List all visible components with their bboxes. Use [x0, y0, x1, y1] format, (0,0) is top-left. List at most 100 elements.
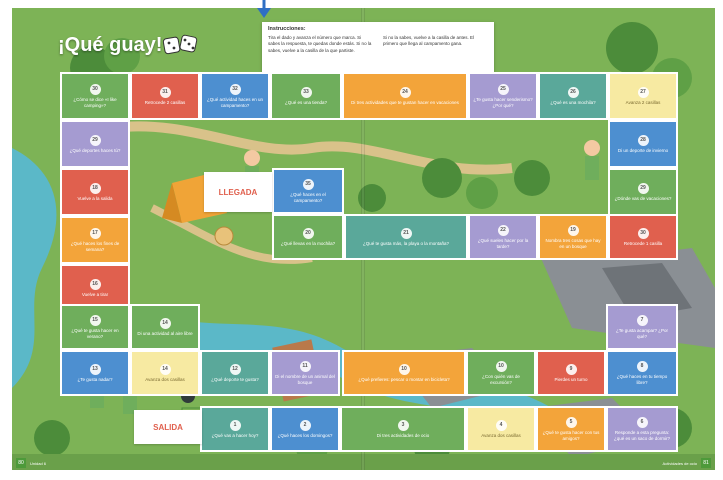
right-page-number: 81 — [701, 458, 711, 468]
square-text: Avanza dos casillas — [145, 376, 185, 382]
board-square: 29 ¿Qué deportes haces tú? — [60, 120, 130, 168]
square-text: Di un deporte de invierno — [617, 147, 669, 153]
square-number: 5 — [565, 416, 577, 428]
square-text: Responde a esta pregunta: ¿qué es un sac… — [613, 429, 671, 441]
square-text: ¿Qué llevas en la mochila? — [280, 240, 336, 246]
square-number: 6 — [636, 416, 648, 428]
board-square: 30 ¿Cómo se dice «I like camping»? — [60, 72, 130, 120]
square-text: Di el nombre de un animal del bosque — [275, 373, 335, 385]
board-square: 10 ¿Qué prefieres: pescar o montar en bic… — [342, 350, 466, 396]
board-game-spread: ¡Qué guay! Instrucciones: Tira el dado y… — [0, 0, 723, 480]
square-text: ¿Qué actividad haces en un campamento? — [206, 96, 264, 108]
square-number: 10 — [495, 360, 507, 372]
right-section-name: Actividades de ocio — [662, 461, 697, 466]
game-board-page: ¡Qué guay! Instrucciones: Tira el dado y… — [12, 8, 715, 470]
square-number: 17 — [89, 227, 101, 239]
square-text: ¿Cómo se dice «I like camping»? — [73, 96, 117, 108]
square-number: 19 — [567, 224, 579, 236]
board-square: 32 ¿Qué actividad haces en un campamento? — [200, 72, 270, 120]
board-square: 15 ¿Qué te gusta hacer en verano? — [60, 304, 130, 350]
square-number: 18 — [89, 182, 101, 194]
square-number: 21 — [400, 227, 412, 239]
square-text: ¿Qué haces los domingos? — [277, 432, 333, 438]
square-number: 10 — [398, 363, 410, 375]
square-number: 27 — [637, 86, 649, 98]
square-text: Pierdes un turno — [554, 376, 588, 382]
board-square: 25 ¿Te gusta hacer senderismo? ¿Por qué? — [468, 72, 538, 120]
square-text: ¿Qué haces en el campamento? — [290, 191, 326, 203]
square-text: ¿Qué deporte te gusta? — [211, 376, 259, 382]
board-square: 14 Avanza dos casillas — [130, 350, 200, 396]
board-square: 2 ¿Qué haces los domingos? — [270, 406, 340, 452]
board-square: 9 Pierdes un turno — [536, 350, 606, 396]
board-square: 17 ¿Qué haces los fines de semana? — [60, 216, 130, 264]
square-number: 7 — [636, 314, 648, 326]
square-text: Vuelve a tirar — [81, 291, 109, 297]
instructions-text-right: Si no la sabes, vuelve a la casilla de a… — [383, 35, 475, 47]
board-square: 33 ¿Qué es una tienda? — [270, 72, 342, 120]
square-text: Vuelve a la salida — [77, 195, 113, 201]
board-square: 21 ¿Qué te gusta más, la playa o la monta… — [344, 214, 468, 260]
square-text: ¿Qué haces en tu tiempo libre? — [616, 373, 668, 385]
square-number: 30 — [637, 227, 649, 239]
square-text: Nombra tres cosas que hay en un bosque — [545, 237, 601, 249]
square-number: 35 — [302, 178, 314, 190]
left-section-name: Unidad 6 — [30, 461, 47, 466]
square-number: 26 — [567, 86, 579, 98]
board-square: 26 ¿Qué es una mochila? — [538, 72, 608, 120]
square-number: 25 — [497, 83, 509, 95]
square-text: Di una actividad al aire libre — [137, 330, 193, 336]
board-square: 6 Responde a esta pregunta: ¿qué es un sa… — [606, 406, 678, 452]
board-square: 8 ¿Qué haces en tu tiempo libre? — [606, 350, 678, 396]
square-number: 12 — [229, 363, 241, 375]
square-text: ¿Qué haces los fines de semana? — [70, 240, 120, 252]
board-square: 31 Retrocede 2 casillas — [130, 72, 200, 120]
square-number: 28 — [637, 134, 649, 146]
board-square: 5 ¿Qué te gusta hacer con tus amigos? — [536, 406, 606, 452]
board-square: 24 Di tres actividades que te gustan hace… — [342, 72, 468, 120]
board-square: 28 Di un deporte de invierno — [608, 120, 678, 168]
square-text: ¿Qué deportes haces tú? — [69, 147, 121, 153]
square-text: ¿Qué vas a hacer hoy? — [211, 432, 259, 438]
instructions-heading: Instrucciones: — [268, 26, 306, 32]
square-number: 20 — [302, 227, 314, 239]
board-square: 22 ¿Qué sueles hacer por la tarde? — [468, 214, 538, 260]
square-number: 15 — [89, 314, 101, 326]
board-square: 29 ¿Dónde vas de vacaciones? — [608, 168, 678, 216]
board-square: 3 Di tres actividades de ocio — [340, 406, 466, 452]
square-text: ¿Te gusta hacer senderismo? ¿Por qué? — [473, 96, 533, 108]
dice-icon — [162, 34, 198, 55]
square-number: 33 — [300, 86, 312, 98]
square-number: 22 — [497, 224, 509, 236]
square-number: 30 — [89, 83, 101, 95]
square-text: ¿Qué es una tienda? — [284, 99, 328, 105]
square-text: ¿Qué sueles hacer por la tarde? — [477, 237, 529, 249]
square-text: ¿Dónde vas de vacaciones? — [614, 195, 672, 201]
board-square: 27 Avanza 2 casillas — [608, 72, 678, 120]
board-square: 10 ¿Con quién vas de excursión? — [466, 350, 536, 396]
square-text: ¿Te gusta nadar? — [77, 376, 113, 382]
board-square: 12 ¿Qué deporte te gusta? — [200, 350, 270, 396]
arrow-down-icon — [257, 0, 271, 18]
square-number: 11 — [299, 360, 311, 372]
square-number: 14 — [159, 317, 171, 329]
board-square: 7 ¿Te gusta acampar? ¿Por qué? — [606, 304, 678, 350]
finish-label: LLEGADA — [204, 172, 272, 212]
square-text: ¿Qué prefieres: pescar o montar en bicic… — [358, 376, 450, 382]
square-number: 29 — [637, 182, 649, 194]
board-square: 11 Di el nombre de un animal del bosque — [270, 350, 340, 396]
board-square: 18 Vuelve a la salida — [60, 168, 130, 216]
square-number: 32 — [229, 83, 241, 95]
board-square: 14 Di una actividad al aire libre — [130, 304, 200, 350]
board-square: 20 ¿Qué llevas en la mochila? — [272, 214, 344, 260]
square-text: Di tres actividades que te gustan hacer … — [351, 99, 459, 105]
left-page-number: 80 — [16, 458, 26, 468]
board-square: 30 Retrocede 1 casilla — [608, 214, 678, 260]
square-number: 31 — [159, 86, 171, 98]
square-text: ¿Te gusta acampar? ¿Por qué? — [615, 327, 669, 339]
square-text: Avanza 2 casillas — [625, 99, 661, 105]
board-square: 1 ¿Qué vas a hacer hoy? — [200, 406, 270, 452]
board-square: 4 Avanza dos casillas — [466, 406, 536, 452]
instructions-text-left: Tira el dado y avanza el número que marc… — [268, 35, 372, 53]
square-number: 3 — [397, 419, 409, 431]
